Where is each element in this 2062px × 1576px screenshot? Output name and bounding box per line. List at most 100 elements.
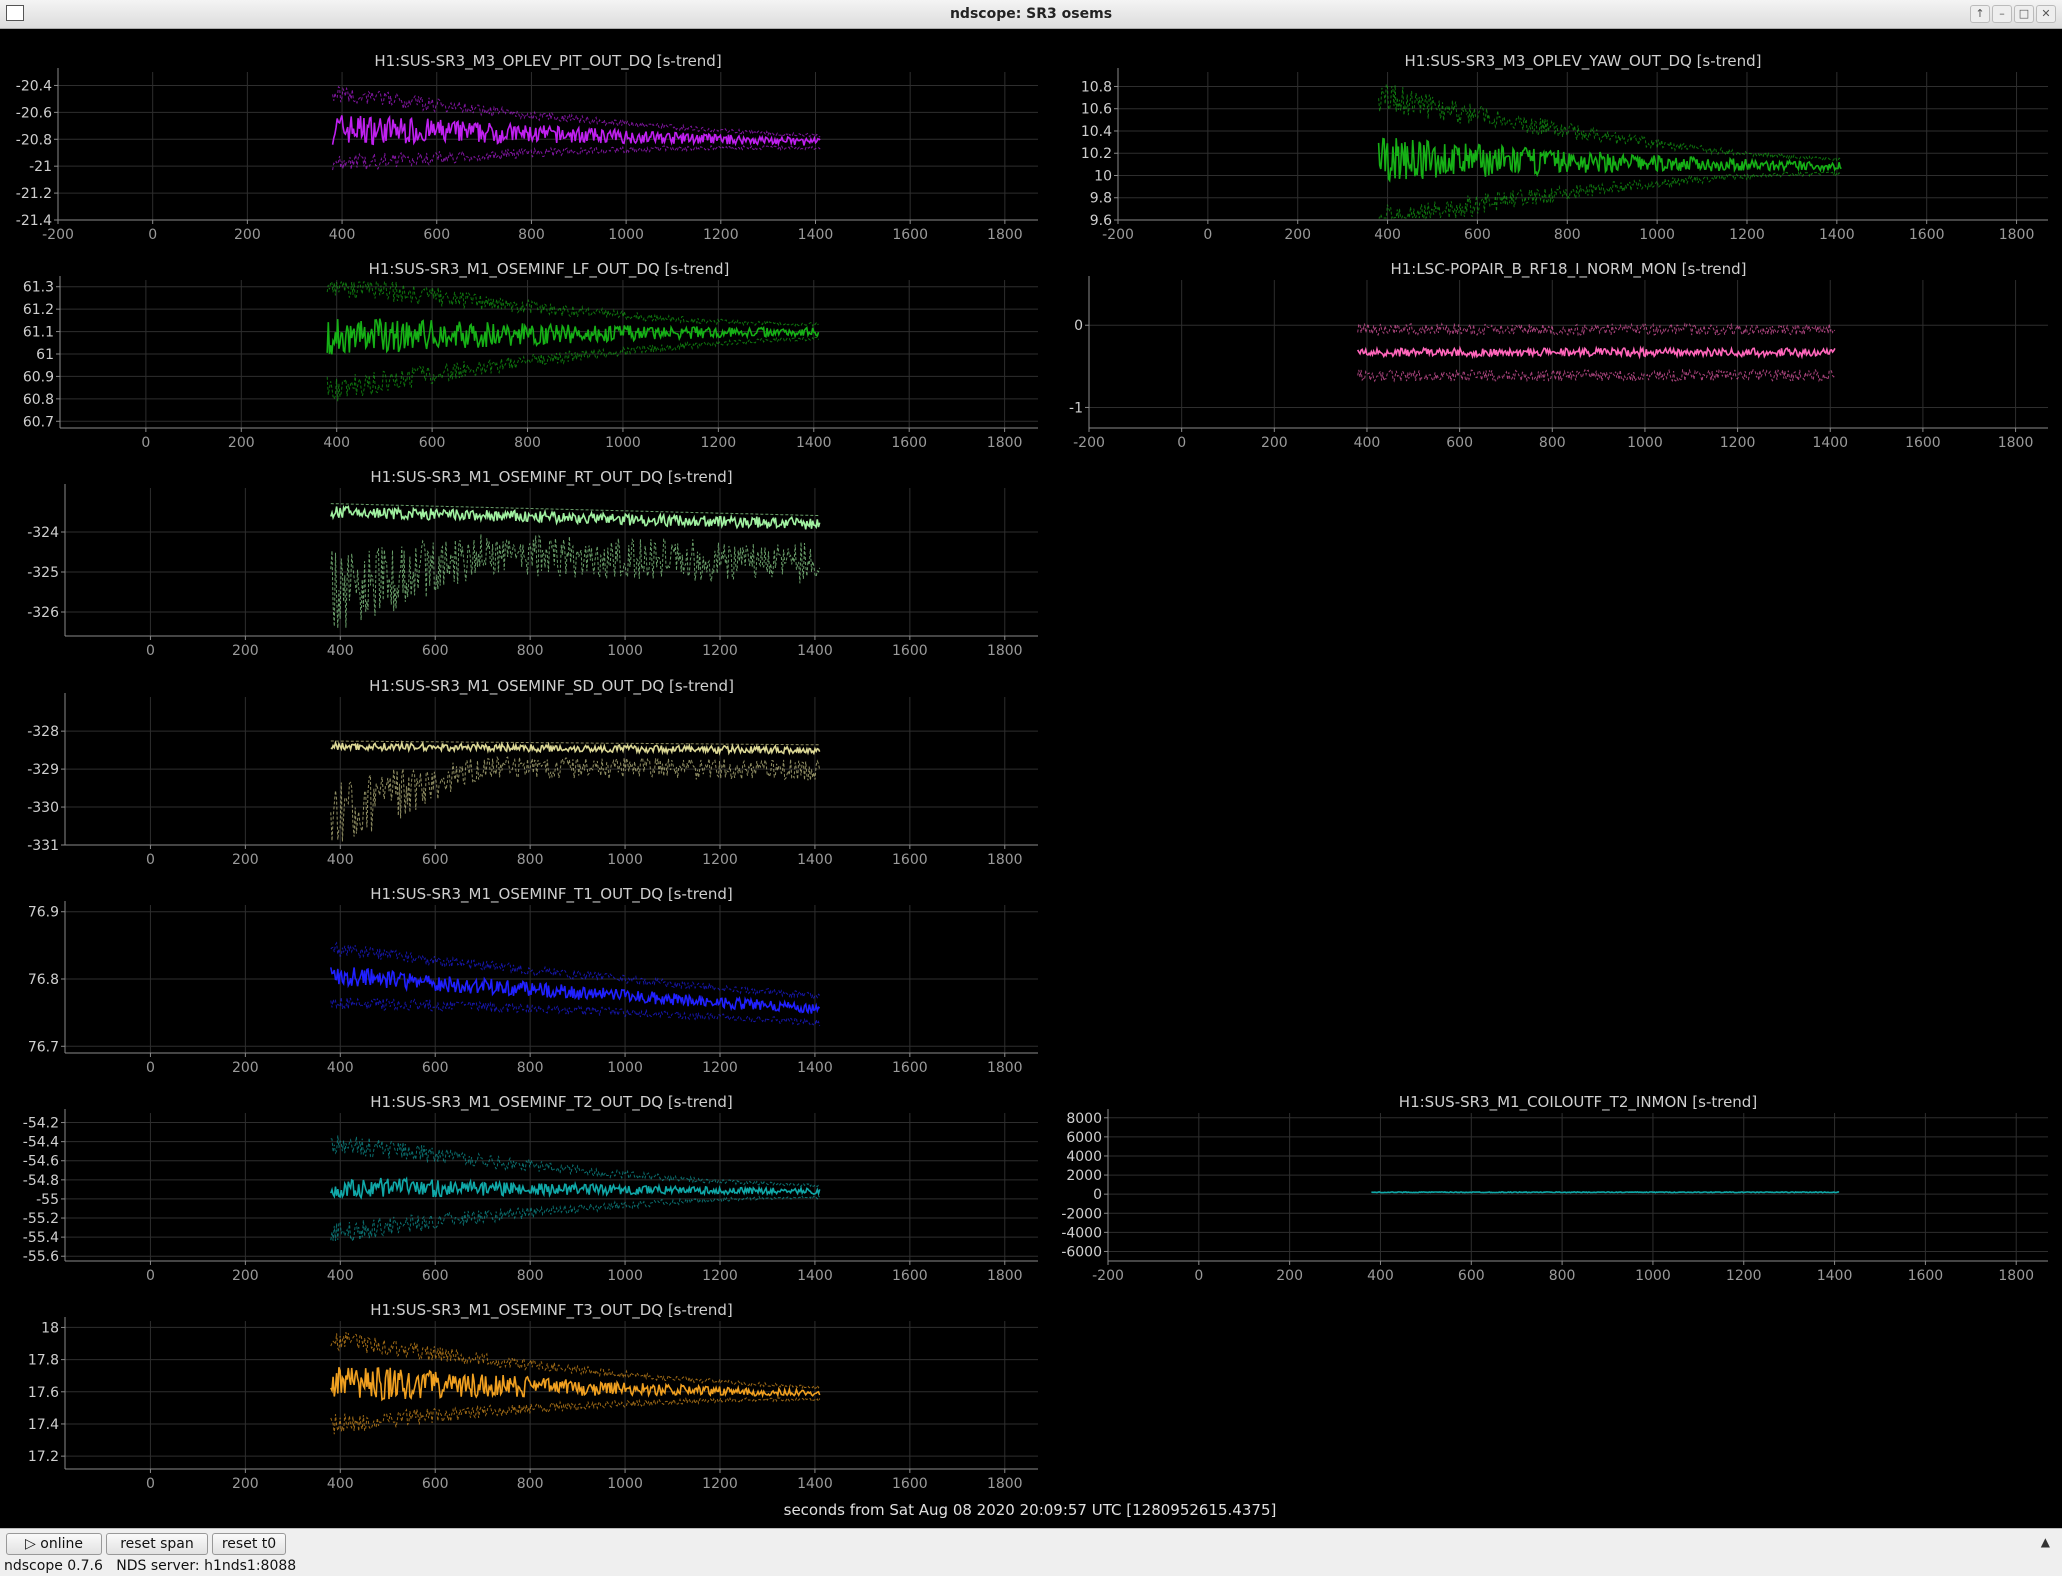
server-label: NDS server: h1nds1:8088 [116,1558,297,1574]
maximize-window-icon[interactable]: □ [2014,5,2034,23]
x-tick-label: 200 [228,435,255,451]
x-tick-label: 0 [146,1268,155,1284]
trend-mean-trace [330,1367,821,1402]
x-tick-label: 1200 [1726,1268,1762,1284]
x-tick-label: 1600 [1905,435,1941,451]
y-tick-label: 8000 [1066,1111,1102,1127]
y-tick-label: 61.1 [23,325,54,341]
x-tick-label: 1600 [892,643,928,659]
y-tick-label: -326 [27,605,59,621]
y-tick-label: -21.2 [16,186,52,202]
x-tick-label: 400 [1354,435,1381,451]
y-tick-label: -54.2 [23,1116,59,1132]
y-tick-label: -54.4 [23,1135,59,1151]
y-tick-label: 76.8 [28,972,59,988]
x-tick-label: 800 [1549,1268,1576,1284]
x-tick-label: 0 [1203,227,1212,243]
y-tick-label: 61.3 [23,280,54,296]
x-tick-label: 400 [327,1060,354,1076]
plot-panel: H1:SUS-SR3_M1_OSEMINF_SD_OUT_DQ [s-trend… [27,677,1038,868]
x-tick-label: 1000 [607,1268,643,1284]
plot-panel: H1:SUS-SR3_M1_OSEMINF_LF_OUT_DQ [s-trend… [23,260,1038,451]
x-tick-label: 1200 [701,435,737,451]
x-tick-label: 0 [141,435,150,451]
close-window-icon[interactable]: ✕ [2036,5,2056,23]
play-icon: ▷ [25,1536,36,1552]
x-tick-label: -200 [1092,1268,1124,1284]
x-tick-label: 1200 [703,227,739,243]
x-tick-label: 1000 [1639,227,1675,243]
y-tick-label: -54.6 [23,1154,59,1170]
trend-min-trace [330,1396,821,1435]
window-controls: ↑ – □ ✕ [1970,5,2056,23]
reset-span-button[interactable]: reset span [106,1533,208,1555]
plot-title: H1:LSC-POPAIR_B_RF18_I_NORM_MON [s-trend… [1390,260,1746,279]
x-tick-label: 1000 [607,1476,643,1492]
x-tick-label: 1800 [987,1476,1023,1492]
trend-min-trace [1378,171,1842,220]
y-tick-label: 0 [1093,1187,1102,1203]
x-tick-label: 1000 [608,227,644,243]
x-tick-label: 600 [422,852,449,868]
y-tick-label: 17.2 [28,1449,59,1465]
trend-min-trace [330,534,821,629]
x-tick-label: 1800 [987,1060,1023,1076]
x-tick-label: 200 [1261,435,1288,451]
x-tick-label: 1600 [892,852,928,868]
x-tick-label: 800 [517,1476,544,1492]
trend-mean-trace [330,1176,821,1200]
plot-panel: H1:SUS-SR3_M1_OSEMINF_T3_OUT_DQ [s-trend… [28,1301,1038,1492]
x-tick-label: 800 [517,1060,544,1076]
x-tick-label: 1600 [1909,227,1945,243]
x-tick-label: 600 [1458,1268,1485,1284]
reset-t0-button[interactable]: reset t0 [212,1533,286,1555]
x-tick-label: 1200 [1729,227,1765,243]
x-tick-label: 1800 [987,227,1023,243]
status-bar: ▷ online reset span reset t0 ▲ ndscope 0… [0,1528,2062,1576]
minimize-window-icon[interactable]: – [1992,5,2012,23]
x-tick-label: 600 [419,435,446,451]
y-tick-label: 60.9 [23,369,54,385]
trend-max-trace [330,1332,821,1390]
y-tick-label: 18 [41,1320,59,1336]
trend-mean-trace [1377,137,1842,183]
y-tick-label: -21.4 [16,213,52,229]
x-tick-label: 0 [146,1476,155,1492]
x-tick-label: 400 [327,1268,354,1284]
window-titlebar[interactable]: ndscope: SR3 osems ↑ – □ ✕ [0,0,2062,29]
x-tick-label: 1200 [702,1268,738,1284]
y-tick-label: 0 [1074,318,1083,334]
x-tick-label: 200 [232,852,259,868]
plot-panel: H1:SUS-SR3_M1_OSEMINF_RT_OUT_DQ [s-trend… [27,468,1038,659]
x-tick-label: 1800 [987,1268,1023,1284]
x-tick-label: 800 [517,852,544,868]
y-tick-label: 17.4 [28,1417,59,1433]
y-tick-label: 10.2 [1081,146,1112,162]
x-tick-label: 1600 [892,1476,928,1492]
x-tick-label: 1400 [797,643,833,659]
y-tick-label: -324 [27,525,59,541]
x-tick-label: 800 [518,227,545,243]
plot-area[interactable]: seconds from Sat Aug 08 2020 20:09:57 UT… [0,28,2062,1528]
x-tick-label: 1200 [1720,435,1756,451]
window-title: ndscope: SR3 osems [949,6,1113,22]
y-tick-label: -20.4 [16,78,52,94]
x-tick-label: 600 [1446,435,1473,451]
plot-title: H1:SUS-SR3_M3_OPLEV_YAW_OUT_DQ [s-trend] [1405,52,1762,71]
trend-mean-trace [1371,1190,1840,1194]
x-tick-label: 1000 [1627,435,1663,451]
trend-max-trace [330,503,820,517]
x-tick-label: 800 [517,643,544,659]
y-tick-label: -331 [27,838,59,854]
x-tick-label: 200 [232,1476,259,1492]
x-tick-label: 400 [327,852,354,868]
shade-window-icon[interactable]: ↑ [1970,5,1990,23]
x-tick-label: 1800 [987,643,1023,659]
y-tick-label: 17.8 [28,1353,59,1369]
x-tick-label: 0 [1194,1268,1203,1284]
y-tick-label: -330 [27,800,59,816]
x-tick-label: 0 [146,852,155,868]
y-tick-label: 10.8 [1081,79,1112,95]
expand-up-icon[interactable]: ▲ [2041,1535,2050,1549]
online-button[interactable]: ▷ online [6,1533,102,1555]
